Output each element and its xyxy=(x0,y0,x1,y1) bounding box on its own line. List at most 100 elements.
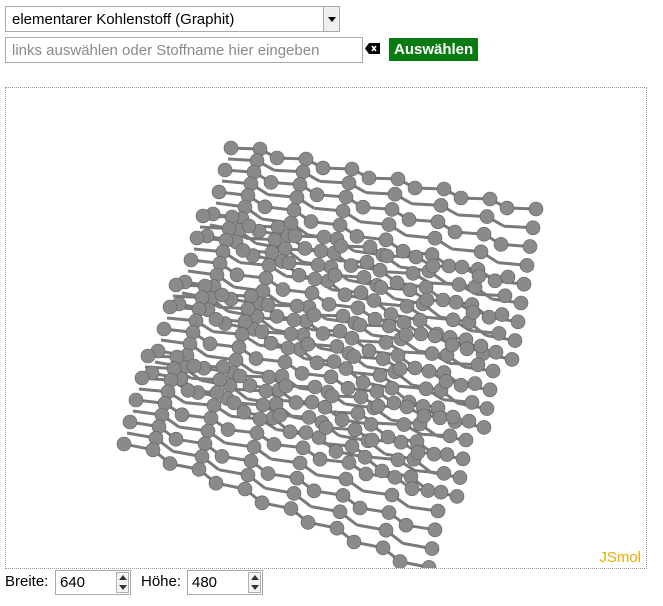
carbon-atom xyxy=(323,369,339,385)
carbon-atom xyxy=(378,522,394,538)
carbon-atom xyxy=(298,425,314,440)
carbon-atom xyxy=(231,339,247,355)
carbon-atom xyxy=(343,258,359,273)
carbon-atom xyxy=(162,456,178,471)
carbon-atom xyxy=(128,392,144,408)
carbon-atom xyxy=(499,200,515,216)
height-value: 480 xyxy=(192,574,218,591)
carbon-atom xyxy=(316,229,332,245)
carbon-atom xyxy=(458,432,474,448)
carbon-atom xyxy=(381,505,397,520)
carbon-atom xyxy=(407,360,423,376)
carbon-atom xyxy=(352,317,368,333)
carbon-atom xyxy=(430,214,446,230)
carbon-atom xyxy=(387,470,403,485)
carbon-atom xyxy=(289,190,305,205)
carbon-atom xyxy=(425,258,441,274)
carbon-atom xyxy=(525,220,541,236)
carbon-atom xyxy=(338,471,354,487)
carbon-atom xyxy=(168,431,184,447)
carbon-atom xyxy=(353,389,369,405)
carbon-atom xyxy=(267,232,283,248)
search-input-wrapper[interactable] xyxy=(5,37,363,63)
carbon-atom xyxy=(291,267,307,283)
carbon-atom xyxy=(303,214,319,229)
carbon-atom xyxy=(214,287,230,303)
carbon-atom xyxy=(269,309,285,324)
carbon-atom xyxy=(407,180,423,196)
carbon-atom xyxy=(471,268,487,284)
width-stepper[interactable]: 640 xyxy=(55,570,131,595)
carbon-atom xyxy=(255,397,271,413)
graphite-molecule-render[interactable] xyxy=(6,88,646,568)
carbon-atom xyxy=(494,307,510,322)
carbon-atom xyxy=(369,384,385,399)
substance-select[interactable]: elementarer Kohlenstoff (Graphit) xyxy=(5,6,340,32)
carbon-atom xyxy=(254,324,270,340)
carbon-atom xyxy=(272,407,288,423)
carbon-atom xyxy=(211,184,227,200)
carbon-atom xyxy=(470,357,486,373)
carbon-atom xyxy=(476,226,492,242)
carbon-atom xyxy=(346,534,362,550)
carbon-atom xyxy=(350,406,366,421)
carbon-atom xyxy=(353,285,369,300)
carbon-atom xyxy=(344,438,360,454)
carbon-atom xyxy=(208,475,224,491)
carbon-atom xyxy=(362,239,378,255)
carbon-atom xyxy=(332,323,348,339)
carbon-atom xyxy=(361,343,377,359)
carbon-atom xyxy=(297,241,313,256)
carbon-atom xyxy=(295,164,311,180)
carbon-atom xyxy=(280,340,296,356)
height-spin-icon[interactable] xyxy=(248,572,261,593)
carbon-atom xyxy=(248,351,264,366)
carbon-atom xyxy=(432,410,448,426)
height-stepper[interactable]: 480 xyxy=(187,570,263,595)
carbon-atom xyxy=(412,312,428,328)
carbon-atom xyxy=(324,388,340,404)
carbon-atom xyxy=(401,212,417,227)
carbon-atom xyxy=(378,335,394,350)
substance-select-value: elementarer Kohlenstoff (Graphit) xyxy=(12,11,235,28)
carbon-atom xyxy=(260,297,276,313)
carbon-atom xyxy=(258,270,274,286)
carbon-atom xyxy=(306,483,322,499)
carbon-atom xyxy=(444,337,460,353)
carbon-atom xyxy=(427,522,443,538)
molecule-viewer[interactable]: JSmol xyxy=(5,87,647,569)
carbon-atom xyxy=(116,436,132,452)
carbon-atom xyxy=(447,224,463,240)
carbon-atom xyxy=(228,352,244,368)
carbon-atom xyxy=(386,395,402,411)
carbon-atom xyxy=(214,449,230,464)
width-label: Breite: xyxy=(5,573,49,590)
backspace-icon[interactable] xyxy=(365,41,380,54)
carbon-atom xyxy=(408,249,424,265)
carbon-atom xyxy=(435,292,451,308)
carbon-atom xyxy=(516,276,532,292)
width-spin-icon[interactable] xyxy=(116,572,129,593)
carbon-atom xyxy=(421,363,437,379)
carbon-atom xyxy=(352,500,368,516)
carbon-atom xyxy=(335,203,351,219)
carbon-atom xyxy=(186,358,202,374)
carbon-atom xyxy=(476,420,492,435)
carbon-atom xyxy=(436,466,452,481)
carbon-atom xyxy=(453,377,469,393)
chevron-down-icon[interactable] xyxy=(323,7,339,31)
jsmol-logo[interactable]: JSmol xyxy=(599,549,641,566)
carbon-atom xyxy=(337,287,353,303)
carbon-atom xyxy=(281,255,297,271)
carbon-atom xyxy=(445,312,461,328)
substance-search-input[interactable] xyxy=(6,38,362,62)
select-submit-button[interactable]: Auswählen xyxy=(389,38,479,61)
carbon-atom xyxy=(507,333,523,348)
carbon-atom xyxy=(237,481,253,497)
carbon-atom xyxy=(493,237,509,252)
carbon-atom xyxy=(209,385,225,400)
carbon-atom xyxy=(208,312,224,327)
carbon-atom xyxy=(315,160,331,176)
carbon-atom xyxy=(418,280,434,295)
carbon-atom xyxy=(307,379,323,395)
